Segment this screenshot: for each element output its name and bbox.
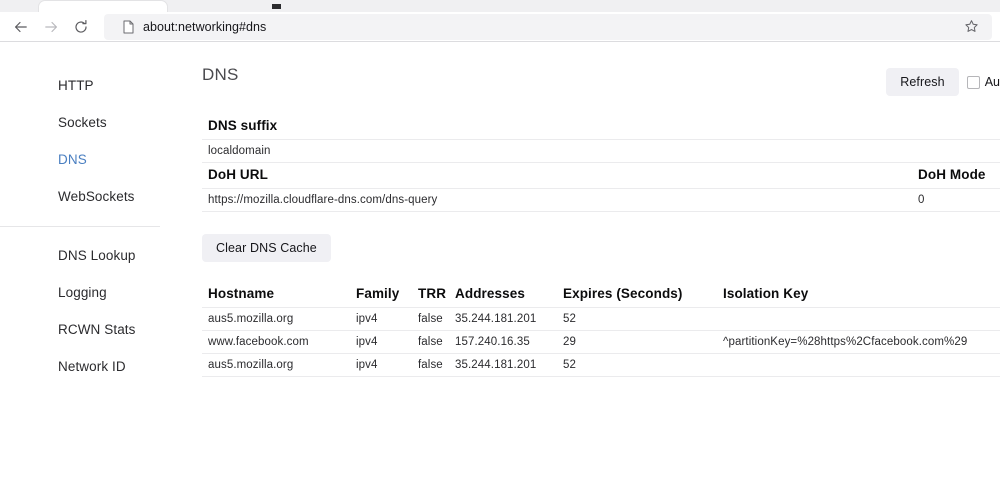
- sidebar-item-label: Network ID: [58, 359, 126, 374]
- sidebar-item-websockets[interactable]: WebSockets: [0, 179, 180, 216]
- navigation-toolbar: about:networking#dns: [0, 12, 1000, 42]
- table-row: localdomain: [202, 140, 1000, 163]
- sidebar-item-label: Sockets: [58, 115, 107, 130]
- table-header-row: DNS suffix: [202, 114, 1000, 140]
- cell-hostname: aus5.mozilla.org: [202, 308, 350, 331]
- table-row: www.facebook.com ipv4 false 157.240.16.3…: [202, 331, 1000, 354]
- refresh-button[interactable]: Refresh: [886, 68, 958, 96]
- reload-button[interactable]: [66, 14, 96, 40]
- cell-doh-url-value: https://mozilla.cloudflare-dns.com/dns-q…: [202, 189, 912, 212]
- autorefresh-label: Au: [985, 75, 1000, 89]
- table-header-row: Hostname Family TRR Addresses Expires (S…: [202, 282, 1000, 308]
- col-dns-suffix: DNS suffix: [202, 114, 912, 140]
- forward-arrow-icon: [43, 19, 59, 35]
- active-tab[interactable]: [38, 0, 168, 12]
- table-row: aus5.mozilla.org ipv4 false 35.244.181.2…: [202, 354, 1000, 377]
- tab-favicon: [272, 4, 281, 9]
- cell-dns-suffix-value: localdomain: [202, 140, 912, 163]
- cell-hostname: www.facebook.com: [202, 331, 350, 354]
- sidebar-item-http[interactable]: HTTP: [0, 68, 180, 105]
- url-text: about:networking#dns: [143, 20, 266, 34]
- cell-hostname: aus5.mozilla.org: [202, 354, 350, 377]
- sidebar-item-dns[interactable]: DNS: [0, 142, 180, 179]
- tab-strip: [0, 0, 1000, 12]
- cell-isolation-key: [717, 308, 1000, 331]
- sidebar: HTTP Sockets DNS WebSockets DNS Lookup: [0, 43, 180, 500]
- bookmark-star-icon[interactable]: [958, 15, 984, 39]
- content-header: DNS Refresh Au: [202, 59, 1000, 96]
- sidebar-secondary-group: DNS Lookup Logging RCWN Stats Network ID: [0, 238, 180, 385]
- sidebar-item-logging[interactable]: Logging: [0, 275, 180, 312]
- reload-icon: [73, 19, 89, 35]
- col-spacer: [912, 114, 1000, 140]
- clear-cache-wrap: Clear DNS Cache: [202, 234, 1000, 262]
- autorefresh-checkbox[interactable]: [967, 76, 980, 89]
- browser-window: about:networking#dns HTTP Sockets DNS: [0, 0, 1000, 500]
- cell-addresses: 35.244.181.201: [449, 308, 557, 331]
- cell-family: ipv4: [350, 331, 412, 354]
- col-hostname: Hostname: [202, 282, 350, 308]
- sidebar-item-label: DNS Lookup: [58, 248, 136, 263]
- col-addresses: Addresses: [449, 282, 557, 308]
- sidebar-item-rcwn-stats[interactable]: RCWN Stats: [0, 312, 180, 349]
- table-row: https://mozilla.cloudflare-dns.com/dns-q…: [202, 189, 1000, 212]
- cell-spacer: [912, 140, 1000, 163]
- cell-isolation-key: ^partitionKey=%28https%2Cfacebook.com%29: [717, 331, 1000, 354]
- cell-expires: 52: [557, 354, 717, 377]
- cell-isolation-key: [717, 354, 1000, 377]
- clear-dns-cache-button[interactable]: Clear DNS Cache: [202, 234, 331, 262]
- cell-trr: false: [412, 354, 449, 377]
- cell-doh-mode-value: 0: [912, 189, 1000, 212]
- url-bar[interactable]: about:networking#dns: [104, 14, 992, 40]
- table-row: aus5.mozilla.org ipv4 false 35.244.181.2…: [202, 308, 1000, 331]
- sidebar-item-network-id[interactable]: Network ID: [0, 349, 180, 386]
- table-header-row: DoH URL DoH Mode: [202, 163, 1000, 189]
- page-content: HTTP Sockets DNS WebSockets DNS Lookup: [0, 43, 1000, 500]
- cell-expires: 52: [557, 308, 717, 331]
- forward-button[interactable]: [36, 14, 66, 40]
- col-family: Family: [350, 282, 412, 308]
- col-doh-url: DoH URL: [202, 163, 912, 189]
- cell-addresses: 157.240.16.35: [449, 331, 557, 354]
- sidebar-item-label: Logging: [58, 285, 107, 300]
- sidebar-primary-group: HTTP Sockets DNS WebSockets: [0, 68, 180, 215]
- sidebar-item-label: RCWN Stats: [58, 322, 136, 337]
- sidebar-item-label: WebSockets: [58, 189, 135, 204]
- main-content: DNS Refresh Au DNS suffix: [180, 43, 1000, 500]
- page-title: DNS: [202, 59, 239, 85]
- col-doh-mode: DoH Mode: [912, 163, 1000, 189]
- cell-family: ipv4: [350, 354, 412, 377]
- dns-entries-table: Hostname Family TRR Addresses Expires (S…: [202, 282, 1000, 377]
- col-trr: TRR: [412, 282, 449, 308]
- cell-expires: 29: [557, 331, 717, 354]
- doh-url-table: DoH URL DoH Mode https://mozilla.cloudfl…: [202, 163, 1000, 212]
- header-actions: Refresh Au: [886, 59, 1000, 96]
- sidebar-item-label: DNS: [58, 152, 87, 167]
- dns-suffix-table: DNS suffix localdomain: [202, 114, 1000, 163]
- sidebar-item-sockets[interactable]: Sockets: [0, 105, 180, 142]
- col-expires: Expires (Seconds): [557, 282, 717, 308]
- cell-addresses: 35.244.181.201: [449, 354, 557, 377]
- cell-trr: false: [412, 331, 449, 354]
- col-isolation-key: Isolation Key: [717, 282, 1000, 308]
- cell-family: ipv4: [350, 308, 412, 331]
- cell-trr: false: [412, 308, 449, 331]
- page-doc-icon: [122, 20, 135, 34]
- sidebar-item-label: HTTP: [58, 78, 94, 93]
- sidebar-item-dns-lookup[interactable]: DNS Lookup: [0, 238, 180, 275]
- autorefresh-checkbox-wrap[interactable]: Au: [967, 75, 1000, 89]
- back-arrow-icon: [13, 19, 29, 35]
- sidebar-divider: [0, 226, 160, 227]
- back-button[interactable]: [6, 14, 36, 40]
